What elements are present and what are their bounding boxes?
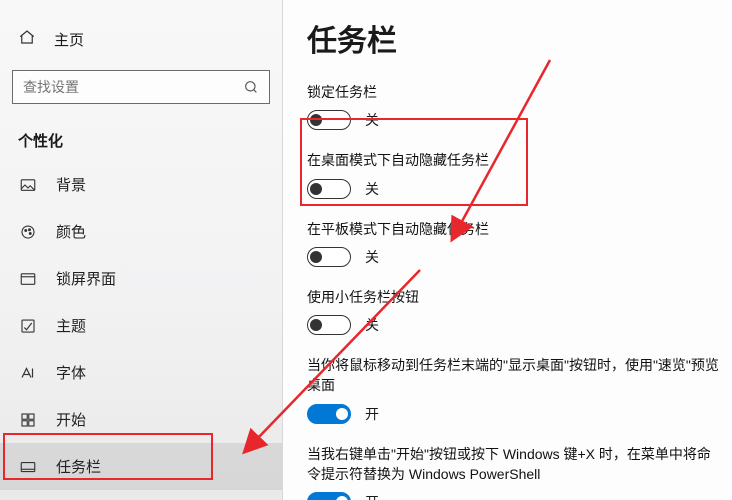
search-input-wrap <box>12 70 270 104</box>
taskbar-icon <box>18 458 38 476</box>
setting-autohide-tablet-label: 在平板模式下自动隐藏任务栏 <box>307 219 722 239</box>
nav-item-theme[interactable]: 主题 <box>0 302 282 349</box>
nav-item-taskbar[interactable]: 任务栏 <box>0 443 282 490</box>
home-link[interactable]: 主页 <box>0 22 282 64</box>
setting-powershell-label: 当我右键单击"开始"按钮或按下 Windows 键+X 时，在菜单中将命令提示符… <box>307 444 722 485</box>
toggle-powershell[interactable] <box>307 492 351 500</box>
nav-label: 主题 <box>56 315 86 336</box>
setting-lock-taskbar-label: 锁定任务栏 <box>307 82 722 102</box>
toggle-peek[interactable] <box>307 404 351 424</box>
theme-icon <box>18 317 38 335</box>
toggle-state: 关 <box>365 315 379 335</box>
nav-item-start[interactable]: 开始 <box>0 396 282 443</box>
setting-small-buttons-label: 使用小任务栏按钮 <box>307 287 722 307</box>
toggle-autohide-desktop[interactable] <box>307 179 351 199</box>
nav-label: 字体 <box>56 362 86 383</box>
nav-item-background[interactable]: 背景 <box>0 161 282 208</box>
page-title: 任务栏 <box>307 14 722 82</box>
setting-autohide-desktop-label: 在桌面模式下自动隐藏任务栏 <box>307 150 722 170</box>
toggle-lock-taskbar[interactable] <box>307 110 351 130</box>
start-icon <box>18 411 38 429</box>
toggle-state: 开 <box>365 492 379 500</box>
main-content: 任务栏 锁定任务栏 关 在桌面模式下自动隐藏任务栏 关 在平板模式下自动隐藏任务… <box>283 0 732 500</box>
home-icon <box>18 28 36 50</box>
palette-icon <box>18 223 38 241</box>
nav-label: 锁屏界面 <box>56 268 116 289</box>
nav-label: 任务栏 <box>56 456 101 477</box>
nav-label: 颜色 <box>56 221 86 242</box>
toggle-state: 开 <box>365 404 379 424</box>
nav-item-color[interactable]: 颜色 <box>0 208 282 255</box>
toggle-state: 关 <box>365 179 379 199</box>
search-input[interactable] <box>13 79 233 95</box>
toggle-state: 关 <box>365 110 379 130</box>
sidebar: 主页 个性化 背景 颜色 锁屏界面 主题 <box>0 0 283 500</box>
search-icon <box>233 79 269 95</box>
toggle-autohide-tablet[interactable] <box>307 247 351 267</box>
font-icon <box>18 364 38 382</box>
nav-label: 背景 <box>56 174 86 195</box>
nav-item-font[interactable]: 字体 <box>0 349 282 396</box>
section-title: 个性化 <box>0 126 282 161</box>
lockscreen-icon <box>18 270 38 288</box>
nav-item-lockscreen[interactable]: 锁屏界面 <box>0 255 282 302</box>
setting-peek-label: 当你将鼠标移动到任务栏末端的"显示桌面"按钮时，使用"速览"预览桌面 <box>307 355 722 396</box>
picture-icon <box>18 176 38 194</box>
nav-label: 开始 <box>56 409 86 430</box>
home-label: 主页 <box>54 29 84 50</box>
toggle-state: 关 <box>365 247 379 267</box>
toggle-small-buttons[interactable] <box>307 315 351 335</box>
